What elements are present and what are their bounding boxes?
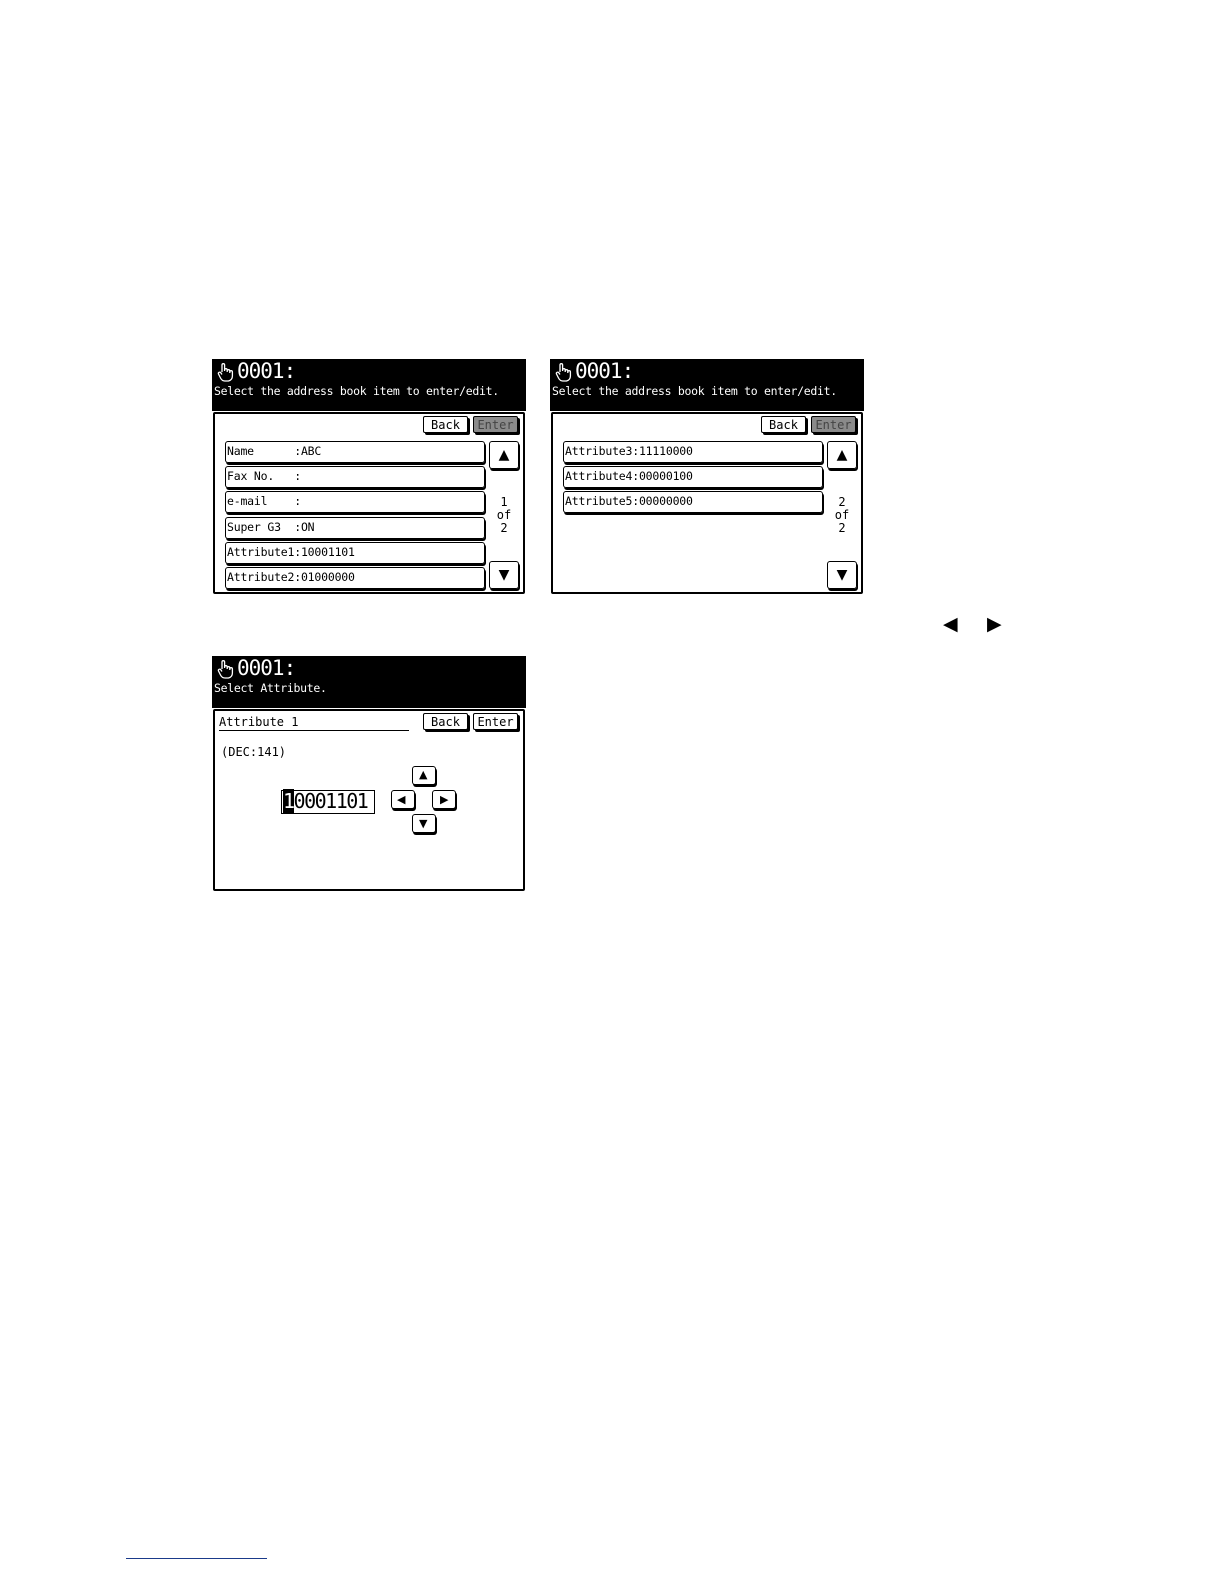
address-book-screen-page-1: 0001: Select the address book item to en… [212,359,526,595]
screen-instruction: Select the address book item to enter/ed… [214,384,499,398]
entry-number: 0001: [237,359,296,383]
list-item-attribute3[interactable]: Attribute3:11110000 [563,441,823,463]
back-button[interactable]: Back [423,416,468,433]
cursor-left-button[interactable]: ◀ [391,790,415,809]
cursor-up-button[interactable]: ▲ [412,766,436,785]
footer-rule [126,1558,267,1559]
triangle-up-icon: ▲ [498,447,510,463]
screen-header: 0001: Select Attribute. [212,656,526,708]
screen-body: Back Enter Name :ABC Fax No. : e-mail : … [213,412,525,594]
screen-header: 0001: Select the address book item to en… [550,359,864,411]
address-book-screen-page-2: 0001: Select the address book item to en… [550,359,864,595]
scroll-down-button[interactable]: ▼ [827,561,857,589]
triangle-up-icon: ▲ [836,447,848,463]
list-item-fax[interactable]: Fax No. : [225,466,485,488]
screen-body: Attribute 1 Back Enter (DEC:141) 1000110… [213,709,525,891]
field-label: Attribute 1 [219,715,409,731]
screen-body: Back Enter Attribute3:11110000 Attribute… [551,412,863,594]
scroll-down-button[interactable]: ▼ [489,561,519,589]
screen-instruction: Select Attribute. [214,681,327,695]
screen-header: 0001: Select the address book item to en… [212,359,526,411]
list-item-attribute5[interactable]: Attribute5:00000000 [563,491,823,513]
select-attribute-screen: 0001: Select Attribute. Attribute 1 Back… [212,656,526,892]
triangle-down-icon: ▼ [836,567,848,583]
cursor-right-button[interactable]: ▶ [432,790,456,809]
entry-number: 0001: [237,656,296,680]
triangle-left-icon: ◀ [943,613,958,635]
triangle-left-icon: ◀ [397,793,406,806]
list-item-name[interactable]: Name :ABC [225,441,485,463]
decimal-value: (DEC:141) [221,745,287,759]
list-item-attribute1[interactable]: Attribute1:10001101 [225,542,485,564]
enter-button[interactable]: Enter [473,713,518,730]
triangle-up-icon: ▲ [419,768,428,781]
hand-pointer-icon [217,363,234,382]
enter-button[interactable]: Enter [473,416,518,433]
screen-instruction: Select the address book item to enter/ed… [552,384,837,398]
list-item-attribute2[interactable]: Attribute2:01000000 [225,567,485,589]
back-button[interactable]: Back [423,713,468,730]
cursor-digit: 1 [283,789,295,813]
cursor-down-button[interactable]: ▼ [412,814,436,833]
entry-number: 0001: [575,359,634,383]
enter-button[interactable]: Enter [811,416,856,433]
hand-pointer-icon [555,363,572,382]
scroll-up-button[interactable]: ▲ [827,441,857,469]
page-total: 2 [500,521,508,535]
triangle-down-icon: ▼ [419,817,428,830]
triangle-right-icon: ▶ [987,613,1002,635]
back-button[interactable]: Back [761,416,806,433]
value-digits: 0001101 [293,789,369,813]
triangle-down-icon: ▼ [498,567,510,583]
hand-pointer-icon [217,660,234,679]
page-indicator: 2 of 2 [827,496,857,535]
page-indicator: 1 of 2 [489,496,519,535]
scroll-up-button[interactable]: ▲ [489,441,519,469]
list-item-attribute4[interactable]: Attribute4:00000100 [563,466,823,488]
binary-value-field[interactable]: 10001101 [281,789,375,814]
triangle-right-icon: ▶ [440,793,449,806]
page-total: 2 [838,521,846,535]
list-item-super-g3[interactable]: Super G3 :ON [225,517,485,539]
list-item-email[interactable]: e-mail : [225,491,485,513]
